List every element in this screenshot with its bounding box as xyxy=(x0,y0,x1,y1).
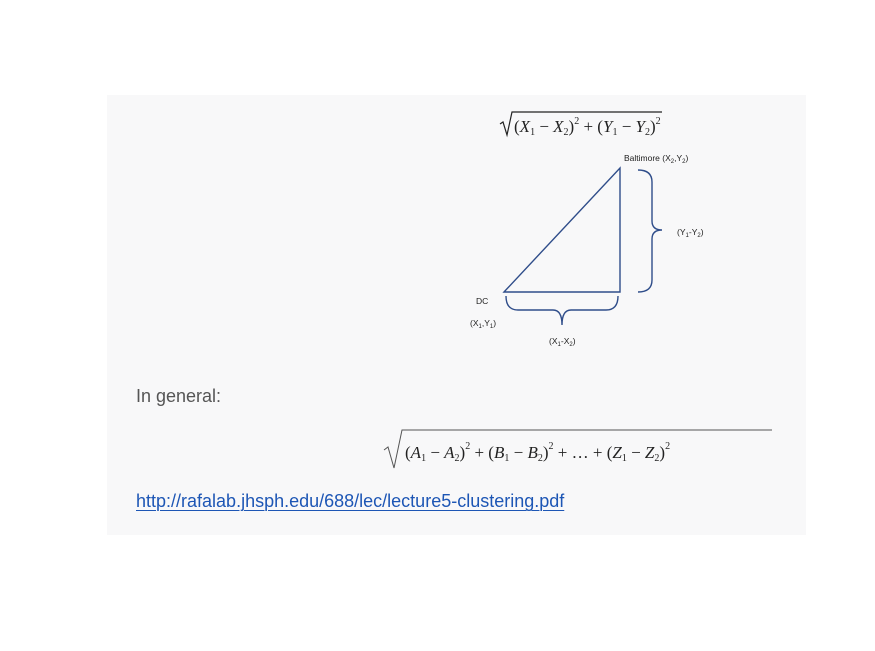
distance-triangle xyxy=(502,166,621,293)
source-link[interactable]: http://rafalab.jhsph.edu/688/lec/lecture… xyxy=(136,491,564,512)
top-formula-text: (X1 − X2)2 + (Y1 − Y2)2 xyxy=(514,116,661,138)
horizontal-difference-label: (X1-X2) xyxy=(549,336,576,348)
baltimore-label: Baltimore (X2,Y2) xyxy=(624,153,689,165)
horizontal-brace xyxy=(505,295,619,326)
vertical-difference-label: (Y1-Y2) xyxy=(677,227,704,239)
general-formula-text: (A1 − A2)2 + (B1 − B2)2 + … + (Z1 − Z2)2 xyxy=(405,441,670,464)
dc-label: DC xyxy=(476,296,488,306)
general-formula: (A1 − A2)2 + (B1 − B2)2 + … + (Z1 − Z2)2 xyxy=(383,429,772,469)
dc-coordinates: (X1,Y1) xyxy=(470,318,496,330)
distance-diagram: (X1 − X2)2 + (Y1 − Y2)2 Baltimore (X2,Y2… xyxy=(383,111,772,469)
top-formula: (X1 − X2)2 + (Y1 − Y2)2 xyxy=(499,111,662,138)
in-general-label: In general: xyxy=(136,386,222,406)
vertical-brace xyxy=(637,169,663,293)
